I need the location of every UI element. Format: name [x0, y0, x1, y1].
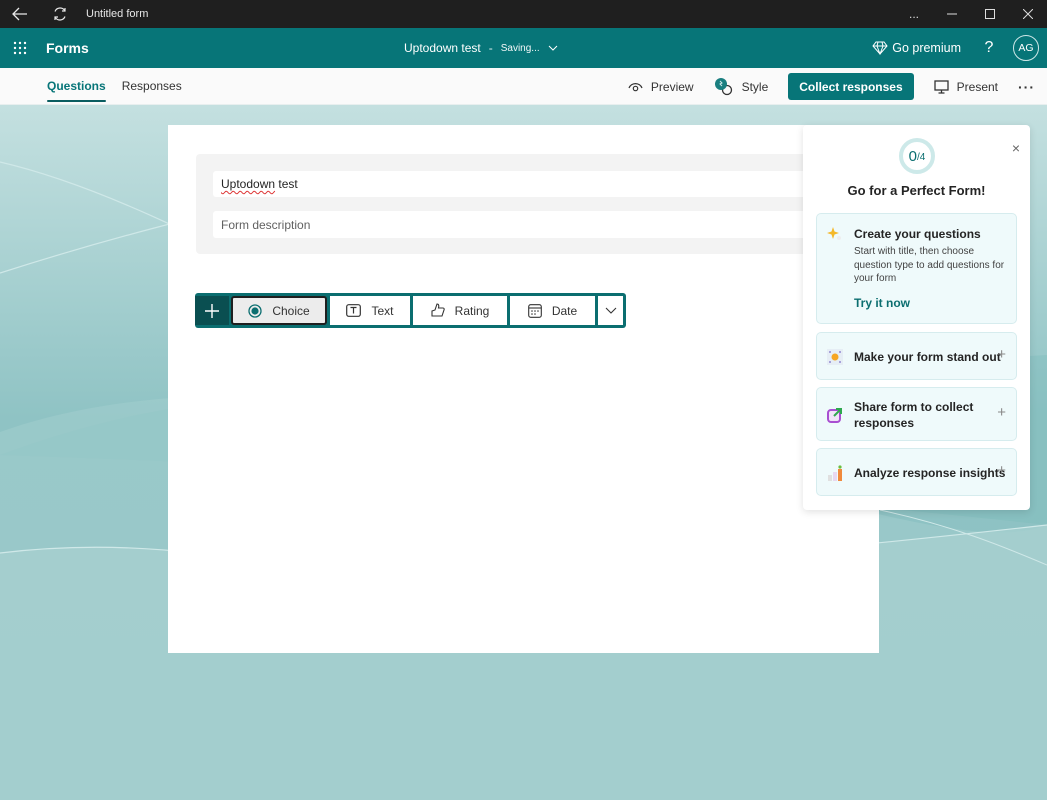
step-title: Analyze response insights	[854, 466, 1006, 480]
maximize-icon	[985, 9, 995, 19]
refresh-button[interactable]	[40, 0, 80, 28]
plus-icon	[205, 303, 219, 318]
thumb-icon	[431, 303, 445, 317]
avatar-initials: AG	[1018, 42, 1034, 54]
choice-question-button[interactable]: Choice	[231, 296, 327, 325]
preview-label: Preview	[650, 79, 694, 94]
text-box-icon	[346, 304, 362, 317]
perfect-form-panel: × 0/4 Go for a Perfect Form! Create your…	[803, 125, 1030, 510]
choice-label: Choice	[272, 303, 310, 318]
panel-close-button[interactable]: ×	[1012, 140, 1020, 156]
window-titlebar: Untitled form ...	[0, 0, 1047, 28]
form-description-field[interactable]: Form description	[213, 211, 879, 238]
collect-responses-button[interactable]: Collect responses	[788, 73, 914, 100]
misspelled-word: Uptodown	[221, 177, 276, 191]
minimize-button[interactable]	[933, 0, 971, 28]
more-icon: ...	[908, 7, 919, 21]
tab-responses-label: Responses	[121, 79, 182, 93]
expand-plus-icon[interactable]: +	[997, 346, 1006, 363]
document-title: Uptodown test	[404, 41, 481, 55]
go-premium-button[interactable]: Go premium	[872, 41, 961, 55]
progress-count: 0/4	[898, 137, 936, 175]
app-launcher-button[interactable]	[0, 28, 40, 68]
eye-icon	[628, 82, 643, 91]
text-label: Text	[371, 303, 394, 318]
step-title: Share form to collect responses	[854, 400, 974, 430]
progress-total: /4	[917, 152, 926, 163]
tab-questions-label: Questions	[47, 79, 106, 93]
more-question-types-button[interactable]	[598, 296, 623, 325]
step-analyze-insights[interactable]: Analyze response insights +	[816, 448, 1017, 496]
date-label: Date	[551, 303, 578, 318]
avatar[interactable]: AG	[1013, 35, 1039, 61]
tab-questions[interactable]: Questions	[47, 68, 106, 105]
step-title: Make your form stand out	[854, 350, 1001, 364]
close-icon	[1023, 9, 1033, 19]
go-premium-label: Go premium	[892, 41, 961, 55]
form-header: Uptodown test Form description	[196, 154, 879, 254]
waffle-icon	[13, 41, 27, 55]
calendar-icon	[527, 303, 542, 318]
radio-icon	[248, 303, 262, 318]
date-question-button[interactable]: Date	[510, 296, 595, 325]
share-icon	[827, 408, 842, 423]
sparkle-icon	[827, 227, 841, 240]
title-separator: -	[488, 41, 493, 55]
present-label: Present	[956, 79, 998, 94]
command-bar: Questions Responses Preview Style Collec…	[0, 68, 1047, 105]
present-button[interactable]: Present	[933, 79, 998, 94]
help-button[interactable]: ?	[981, 39, 997, 57]
add-question-button[interactable]	[195, 296, 229, 325]
expand-plus-icon[interactable]: +	[997, 462, 1006, 479]
window-title: Untitled form	[86, 8, 149, 20]
form-card: Uptodown test Form description Choice Te…	[168, 125, 879, 653]
step-make-stand-out[interactable]: Make your form stand out +	[816, 332, 1017, 380]
step-description: Start with title, then choose question t…	[854, 246, 1005, 284]
style-button[interactable]: Style	[714, 77, 769, 97]
preview-button[interactable]: Preview	[628, 80, 694, 94]
try-it-now-link[interactable]: Try it now	[854, 296, 910, 310]
close-button[interactable]	[1009, 0, 1047, 28]
style-label: Style	[741, 79, 769, 94]
document-title-menu[interactable]: Uptodown test - Saving...	[404, 28, 558, 68]
expand-plus-icon[interactable]: +	[997, 404, 1006, 421]
monitor-icon	[933, 79, 949, 94]
window-more-button[interactable]: ...	[895, 0, 933, 28]
form-title-field[interactable]: Uptodown test	[213, 171, 879, 197]
panel-heading: Go for a Perfect Form!	[847, 183, 986, 198]
text-question-button[interactable]: Text	[330, 296, 410, 325]
app-header: Forms Uptodown test - Saving... Go premi…	[0, 28, 1047, 68]
minimize-icon	[947, 13, 957, 15]
step-share-form[interactable]: Share form to collect responses +	[816, 387, 1017, 441]
form-description-placeholder: Form description	[221, 218, 311, 232]
save-status: Saving...	[500, 42, 540, 54]
tab-responses[interactable]: Responses	[122, 68, 182, 105]
back-arrow-icon	[12, 7, 27, 21]
question-type-toolbar: Choice Text Rating Date	[195, 293, 626, 328]
step-title: Create your questions	[854, 227, 981, 241]
sync-icon	[54, 7, 66, 21]
chevron-down-icon	[605, 307, 616, 314]
theme-icon	[827, 349, 843, 365]
form-title-rest: test	[275, 177, 298, 191]
bar-chart-icon	[828, 465, 842, 481]
diamond-icon	[872, 41, 888, 55]
rating-question-button[interactable]: Rating	[413, 296, 507, 325]
back-button[interactable]	[0, 0, 40, 28]
rating-label: Rating	[454, 303, 490, 318]
maximize-button[interactable]	[971, 0, 1009, 28]
palette-icon	[714, 77, 734, 97]
app-name[interactable]: Forms	[46, 40, 89, 56]
chevron-down-icon	[548, 45, 558, 51]
step-create-questions: Create your questions Start with title, …	[816, 213, 1017, 324]
more-options-button[interactable]: ···	[1018, 79, 1035, 95]
progress-done: 0	[908, 147, 917, 165]
